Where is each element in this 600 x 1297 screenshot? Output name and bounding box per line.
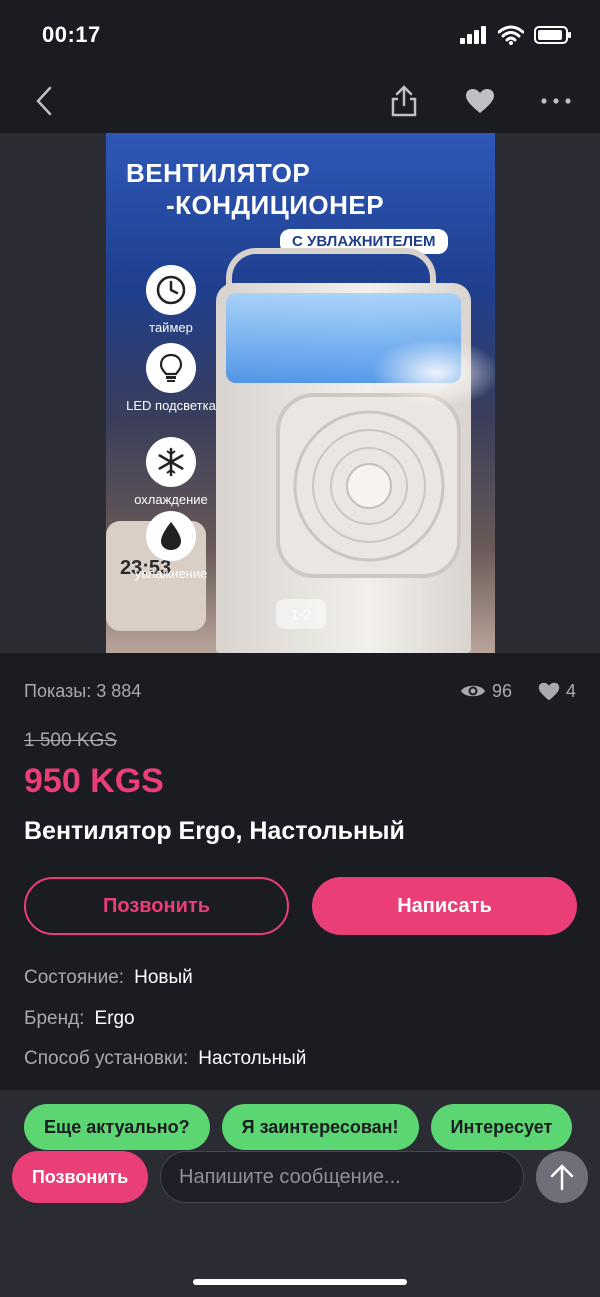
back-button[interactable] xyxy=(26,83,62,119)
wifi-icon xyxy=(498,25,524,45)
eye-icon xyxy=(460,685,485,697)
status-bar: 00:17 xyxy=(0,0,600,70)
heart-icon xyxy=(538,682,560,700)
fan-icon xyxy=(293,410,444,561)
battery-icon xyxy=(534,26,571,44)
product-photo[interactable]: ВЕНТИЛЯТОР -КОНДИЦИОНЕР С УВЛАЖНИТЕЛЕМ 2… xyxy=(106,133,495,653)
feature-timer: таймер xyxy=(116,265,226,336)
feature-cooling: охлаждение xyxy=(116,437,226,508)
feature-humidifying: увлажнение xyxy=(116,511,226,582)
spec-brand: Бренд: Ergo xyxy=(24,1008,135,1030)
likes-stat: 4 xyxy=(538,681,576,702)
photo-title-line1: ВЕНТИЛЯТОР xyxy=(126,158,311,188)
message-input[interactable] xyxy=(160,1151,524,1203)
quick-reply-chip[interactable]: Я заинтересован! xyxy=(221,1104,419,1150)
heart-icon xyxy=(466,89,494,113)
feature-label: увлажнение xyxy=(134,566,208,581)
write-button[interactable]: Написать xyxy=(312,877,577,935)
device-fan-grille xyxy=(276,393,461,578)
spec-value: Новый xyxy=(134,967,193,988)
spec-condition: Состояние: Новый xyxy=(24,967,193,989)
likes-count: 4 xyxy=(565,680,576,701)
signal-icon xyxy=(460,26,486,44)
share-icon xyxy=(391,85,417,117)
bottom-panel: Еще актуально? Я заинтересован! Интересу… xyxy=(0,1090,600,1297)
eye-stat: 96 xyxy=(460,681,512,702)
mist-effect xyxy=(371,338,495,408)
quick-replies: Еще актуально? Я заинтересован! Интересу… xyxy=(24,1104,573,1150)
eye-count: 96 xyxy=(491,680,512,701)
spec-key: Способ установки: xyxy=(24,1048,189,1069)
snowflake-icon xyxy=(146,437,196,487)
feature-label: охлаждение xyxy=(134,492,208,507)
nav-bar xyxy=(0,70,600,132)
feature-led: LED подсветка xyxy=(116,343,226,414)
feature-label: таймер xyxy=(149,320,193,335)
photo-title: ВЕНТИЛЯТОР -КОНДИЦИОНЕР xyxy=(126,157,456,221)
views-label: Показы: 3 884 xyxy=(24,680,142,701)
more-dots-icon xyxy=(541,98,571,104)
led-bulb-icon xyxy=(146,343,196,393)
old-price: 1 500 KGS xyxy=(24,730,117,751)
call-button[interactable]: Позвонить xyxy=(24,877,289,935)
photo-gallery[interactable]: ВЕНТИЛЯТОР -КОНДИЦИОНЕР С УВЛАЖНИТЕЛЕМ 2… xyxy=(0,133,600,653)
spec-key: Состояние: xyxy=(24,967,125,988)
send-button[interactable] xyxy=(536,1151,588,1203)
arrow-up-icon xyxy=(550,1164,574,1191)
more-button[interactable] xyxy=(538,83,574,119)
feature-label: LED подсветка xyxy=(126,398,216,413)
status-time: 00:17 xyxy=(42,22,101,47)
composer-call-button[interactable]: Позвонить xyxy=(12,1151,148,1203)
share-button[interactable] xyxy=(386,83,422,119)
photo-title-line2: -КОНДИЦИОНЕР xyxy=(166,190,385,220)
spec-installation: Способ установки: Настольный xyxy=(24,1048,306,1070)
chevron-left-icon xyxy=(36,86,52,116)
favorite-button[interactable] xyxy=(462,83,498,119)
water-drop-icon xyxy=(146,511,196,561)
spec-key: Бренд: xyxy=(24,1008,85,1029)
photo-counter: 1-2 xyxy=(276,599,326,629)
stats-row: Показы: 3 884 96 4 xyxy=(24,678,576,704)
listing-title: Вентилятор Ergo, Настольный xyxy=(24,817,405,845)
spec-value: Настольный xyxy=(198,1048,307,1069)
price: 950 KGS xyxy=(24,762,164,800)
home-indicator xyxy=(193,1279,407,1285)
system-icons xyxy=(460,25,572,45)
timer-icon xyxy=(146,265,196,315)
spec-value: Ergo xyxy=(94,1008,135,1029)
quick-reply-chip[interactable]: Интересует xyxy=(430,1104,573,1150)
quick-reply-chip[interactable]: Еще актуально? xyxy=(24,1104,210,1150)
